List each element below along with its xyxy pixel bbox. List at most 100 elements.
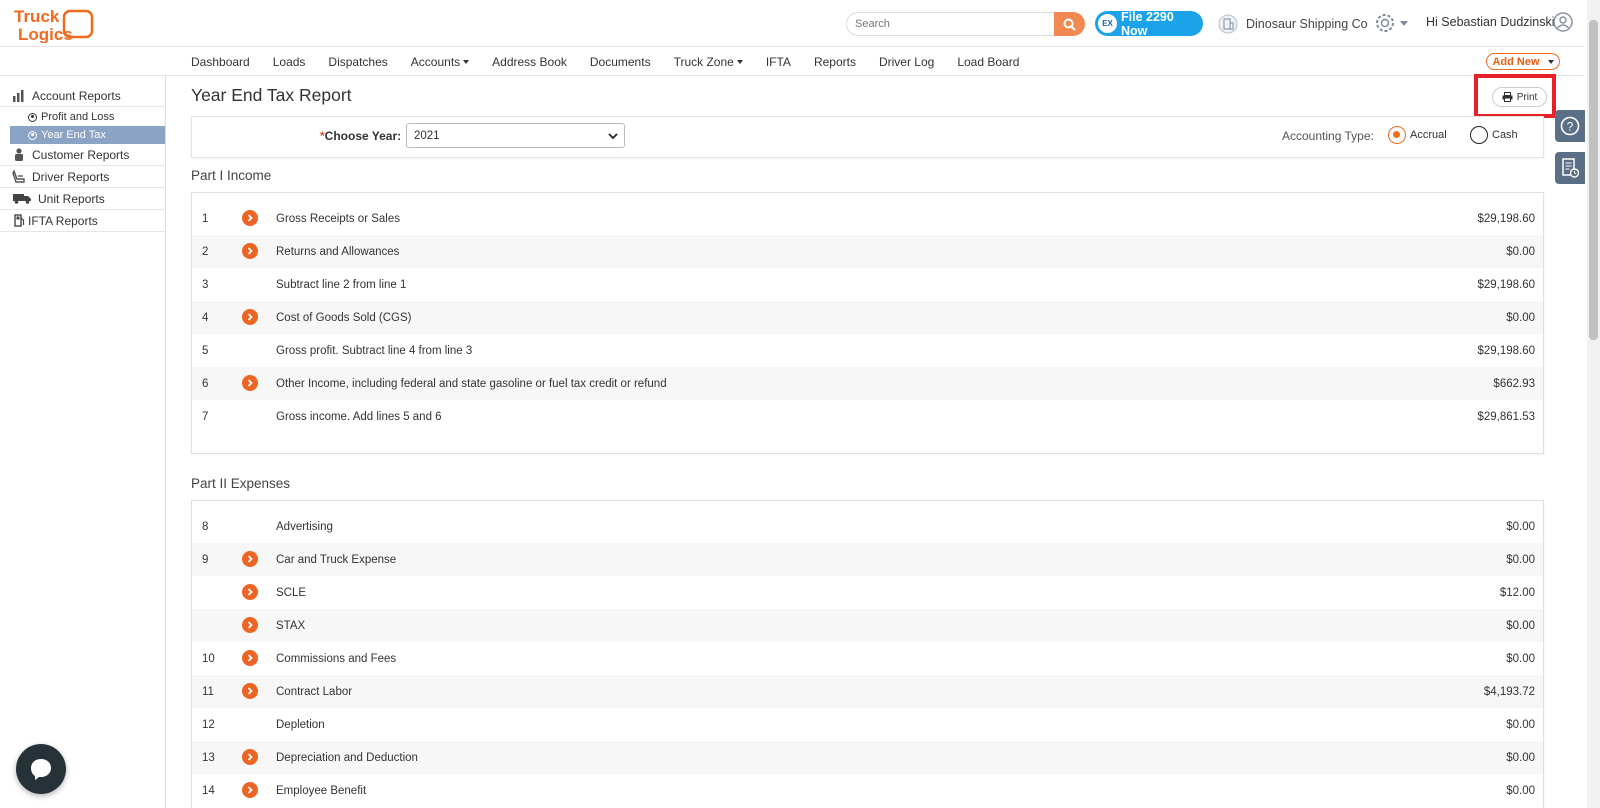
sidebar-item-account-reports[interactable]: Account Reports xyxy=(0,85,165,107)
svg-text:Logics: Logics xyxy=(18,25,73,43)
line-amount: $4,193.72 xyxy=(1483,685,1535,698)
file-2290-button[interactable]: EX File 2290 Now xyxy=(1095,10,1203,38)
line-description: Commissions and Fees xyxy=(276,652,397,665)
table-row: 2 Returns and Allowances $0.00 xyxy=(192,235,1543,268)
sidebar-subitem-year-end-tax[interactable]: Year End Tax xyxy=(10,126,165,144)
company-name: Dinosaur Shipping Co xyxy=(1246,17,1368,31)
search-box xyxy=(846,12,1085,36)
line-number: 4 xyxy=(202,311,209,324)
nav-reports[interactable]: Reports xyxy=(814,55,856,69)
report-log-button[interactable] xyxy=(1555,152,1585,184)
table-row: 11 Contract Labor $4,193.72 xyxy=(192,675,1543,708)
line-number: 8 xyxy=(202,520,209,533)
expand-arrow-icon[interactable] xyxy=(242,617,258,633)
help-button[interactable]: ? xyxy=(1555,110,1585,142)
expand-arrow-icon[interactable] xyxy=(242,584,258,600)
line-amount: $0.00 xyxy=(1506,553,1535,566)
income-table: 1 Gross Receipts or Sales $29,198.60 2 Retur… xyxy=(191,192,1544,454)
line-description: Gross Receipts or Sales xyxy=(276,212,400,225)
sidebar-label: Account Reports xyxy=(32,88,121,103)
line-number: 12 xyxy=(202,718,215,731)
line-description: Gross profit. Subtract line 4 from line … xyxy=(276,344,473,357)
line-description: Returns and Allowances xyxy=(276,245,400,258)
table-row: 10 Commissions and Fees $0.00 xyxy=(192,642,1543,675)
main-nav: Dashboard Loads Dispatches Accounts Addr… xyxy=(0,47,1584,76)
nav-accounts-label: Accounts xyxy=(410,54,461,69)
sidebar-item-ifta-reports[interactable]: IFTA Reports xyxy=(0,210,165,232)
expand-arrow-icon[interactable] xyxy=(242,309,258,325)
line-amount: $29,861.53 xyxy=(1477,410,1535,423)
caret-down-icon xyxy=(736,60,743,65)
nav-address-book[interactable]: Address Book xyxy=(492,55,567,69)
user-greeting: Hi Sebastian Dudzinski xyxy=(1426,15,1555,29)
line-amount: $29,198.60 xyxy=(1477,344,1535,357)
chevron-down-icon xyxy=(1400,20,1408,26)
line-number: 9 xyxy=(202,553,209,566)
line-number: 2 xyxy=(202,245,209,258)
cash-radio[interactable]: Cash xyxy=(1470,126,1518,144)
truck-logics-logo[interactable]: Truck Logics xyxy=(12,5,96,44)
document-clock-icon xyxy=(1562,158,1580,178)
nav-ifta[interactable]: IFTA xyxy=(766,55,791,69)
company-selector[interactable]: Dinosaur Shipping Co xyxy=(1218,13,1368,35)
expand-arrow-icon[interactable] xyxy=(242,782,258,798)
expenses-table: 8 Advertising $0.00 9 Car and Truck Expense $… xyxy=(191,500,1544,808)
expand-arrow-icon[interactable] xyxy=(242,210,258,226)
reports-sidebar: Account Reports Profit and Loss Year End… xyxy=(0,76,166,808)
chat-button[interactable] xyxy=(16,744,66,794)
expand-arrow-icon[interactable] xyxy=(242,375,258,391)
expand-arrow-icon[interactable] xyxy=(242,551,258,567)
table-row: 5 Gross profit. Subtract line 4 from line… xyxy=(192,334,1543,367)
sidebar-item-unit-reports[interactable]: Unit Reports xyxy=(0,188,165,210)
nav-driver-log[interactable]: Driver Log xyxy=(879,55,934,69)
add-new-button[interactable]: Add New xyxy=(1486,53,1560,70)
sidebar-sublabel: Profit and Loss xyxy=(41,111,115,123)
nav-loads[interactable]: Loads xyxy=(273,55,306,69)
line-amount: $0.00 xyxy=(1506,784,1535,797)
sidebar-label: Customer Reports xyxy=(32,147,130,162)
line-amount: $0.00 xyxy=(1506,311,1535,324)
sidebar-label: IFTA Reports xyxy=(28,213,98,228)
nav-load-board[interactable]: Load Board xyxy=(957,55,1019,69)
nav-dashboard[interactable]: Dashboard xyxy=(191,55,250,69)
sidebar-item-driver-reports[interactable]: Driver Reports xyxy=(0,166,165,188)
sidebar-subitem-profit-and-loss[interactable]: Profit and Loss xyxy=(10,108,165,126)
accrual-radio[interactable]: Accrual xyxy=(1388,126,1447,144)
sidebar-item-customer-reports[interactable]: Customer Reports xyxy=(0,144,165,166)
line-number: 10 xyxy=(202,652,215,665)
nav-truck-zone[interactable]: Truck Zone xyxy=(674,55,743,69)
year-value: 2021 xyxy=(414,129,440,142)
line-amount: $29,198.60 xyxy=(1477,278,1535,291)
page-title: Year End Tax Report xyxy=(191,85,352,105)
table-row: 13 Depreciation and Deduction $0.00 xyxy=(192,741,1543,774)
expand-arrow-icon[interactable] xyxy=(242,749,258,765)
gear-icon xyxy=(1376,14,1394,32)
settings-menu[interactable] xyxy=(1374,12,1408,34)
radio-selected-icon xyxy=(1388,126,1406,144)
line-description: SCLE xyxy=(276,586,307,599)
chevron-down-icon xyxy=(608,133,618,140)
filter-panel: *Choose Year: 2021 Accounting Type: Accr… xyxy=(191,116,1544,158)
user-avatar-icon[interactable] xyxy=(1553,12,1573,37)
search-button[interactable] xyxy=(1054,12,1085,36)
table-row: 7 Gross income. Add lines 5 and 6 $29,861.… xyxy=(192,400,1543,433)
accrual-label: Accrual xyxy=(1410,129,1447,141)
caret-down-icon xyxy=(1547,59,1554,64)
table-row: 14 Employee Benefit $0.00 xyxy=(192,774,1543,807)
expand-arrow-icon[interactable] xyxy=(242,650,258,666)
nav-documents[interactable]: Documents xyxy=(590,55,651,69)
page-scrollbar[interactable] xyxy=(1587,0,1600,808)
nav-accounts[interactable]: Accounts xyxy=(410,54,470,69)
expand-arrow-icon[interactable] xyxy=(242,683,258,699)
year-select[interactable]: 2021 xyxy=(406,123,625,148)
table-row: 8 Advertising $0.00 xyxy=(192,510,1543,543)
search-input[interactable] xyxy=(846,12,1054,36)
line-amount: $0.00 xyxy=(1506,520,1535,533)
line-description: Advertising xyxy=(276,520,333,533)
line-number: 3 xyxy=(202,278,209,291)
expand-arrow-icon[interactable] xyxy=(242,243,258,259)
app-root: Truck Logics EX File 2290 Now Dinosaur S… xyxy=(0,0,1600,808)
scrollbar-thumb[interactable] xyxy=(1589,20,1598,340)
nav-dispatches[interactable]: Dispatches xyxy=(328,55,387,69)
svg-text:Truck: Truck xyxy=(14,7,60,26)
